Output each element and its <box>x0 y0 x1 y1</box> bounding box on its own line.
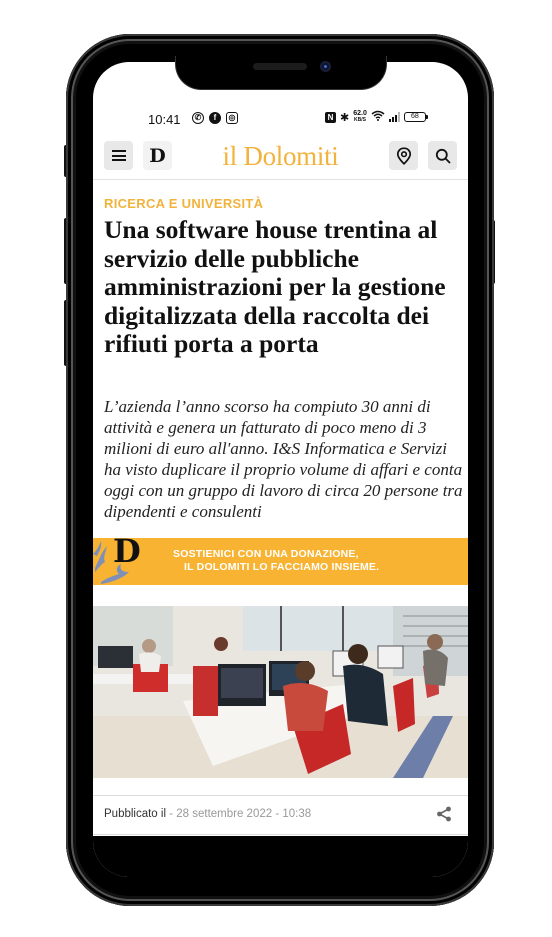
notification-icons: ✆ f ◎ <box>192 112 238 124</box>
nfc-icon: N <box>325 111 336 123</box>
article-category[interactable]: RICERCA E UNIVERSITÀ <box>104 196 263 211</box>
banner-text: SOSTIENICI CON UNA DONAZIONE, IL DOLOMIT… <box>173 548 379 574</box>
network-speed-unit: KB/S <box>354 117 366 123</box>
bottom-bezel-area <box>93 836 468 877</box>
whatsapp-icon: ✆ <box>192 112 204 124</box>
network-speed: 62.0 KB/S <box>353 110 367 124</box>
share-icon[interactable] <box>436 806 452 822</box>
menu-button[interactable] <box>104 141 133 170</box>
banner-line-2: IL DOLOMITI LO FACCIAMO INSIEME. <box>184 561 380 573</box>
search-icon <box>435 148 450 163</box>
published-label: Pubblicato il <box>104 808 167 820</box>
article-summary: L’azienda l’anno scorso ha compiuto 30 a… <box>104 397 463 521</box>
hamburger-menu-icon <box>111 150 126 161</box>
article-headline: Una software house trentina al servizio … <box>104 215 446 358</box>
map-pin-icon <box>396 146 411 165</box>
published-date: - 28 settembre 2022 - 10:38 <box>169 808 312 820</box>
site-header: il Dolomiti D <box>93 138 468 180</box>
published-info: Pubblicato il - 28 settembre 2022 - 10:3… <box>104 808 311 820</box>
d-logo-button[interactable]: D <box>143 141 172 170</box>
status-bar: 10:41 ✆ f ◎ N ✱ 62.0 KB/S 68 <box>93 102 468 138</box>
phone-notch <box>175 56 387 90</box>
article-meta: Pubblicato il - 28 settembre 2022 - 10:3… <box>93 795 468 835</box>
article-photo[interactable] <box>93 606 468 778</box>
earpiece-speaker <box>253 63 307 70</box>
signal-icon <box>388 112 400 122</box>
network-speed-value: 62.0 <box>353 110 367 117</box>
search-button[interactable] <box>428 141 457 170</box>
location-button[interactable] <box>389 141 418 170</box>
facebook-icon: f <box>209 112 221 124</box>
phone-screen: 10:41 ✆ f ◎ N ✱ 62.0 KB/S 68 il Dolomiti … <box>93 62 468 877</box>
battery-indicator: 68 <box>403 112 428 122</box>
instagram-icon: ◎ <box>226 112 238 124</box>
office-photo-illustration <box>93 606 468 778</box>
status-time: 10:41 <box>148 112 181 127</box>
banner-line-1: SOSTIENICI CON UNA DONAZIONE, <box>173 548 359 560</box>
system-icons: N ✱ 62.0 KB/S 68 <box>325 110 428 124</box>
bluetooth-icon: ✱ <box>340 111 350 124</box>
wifi-icon <box>371 110 385 124</box>
donation-banner[interactable]: D SOSTIENICI CON UNA DONAZIONE, IL DOLOM… <box>93 532 468 585</box>
front-camera <box>320 61 331 72</box>
banner-d-logo: D <box>113 532 141 570</box>
